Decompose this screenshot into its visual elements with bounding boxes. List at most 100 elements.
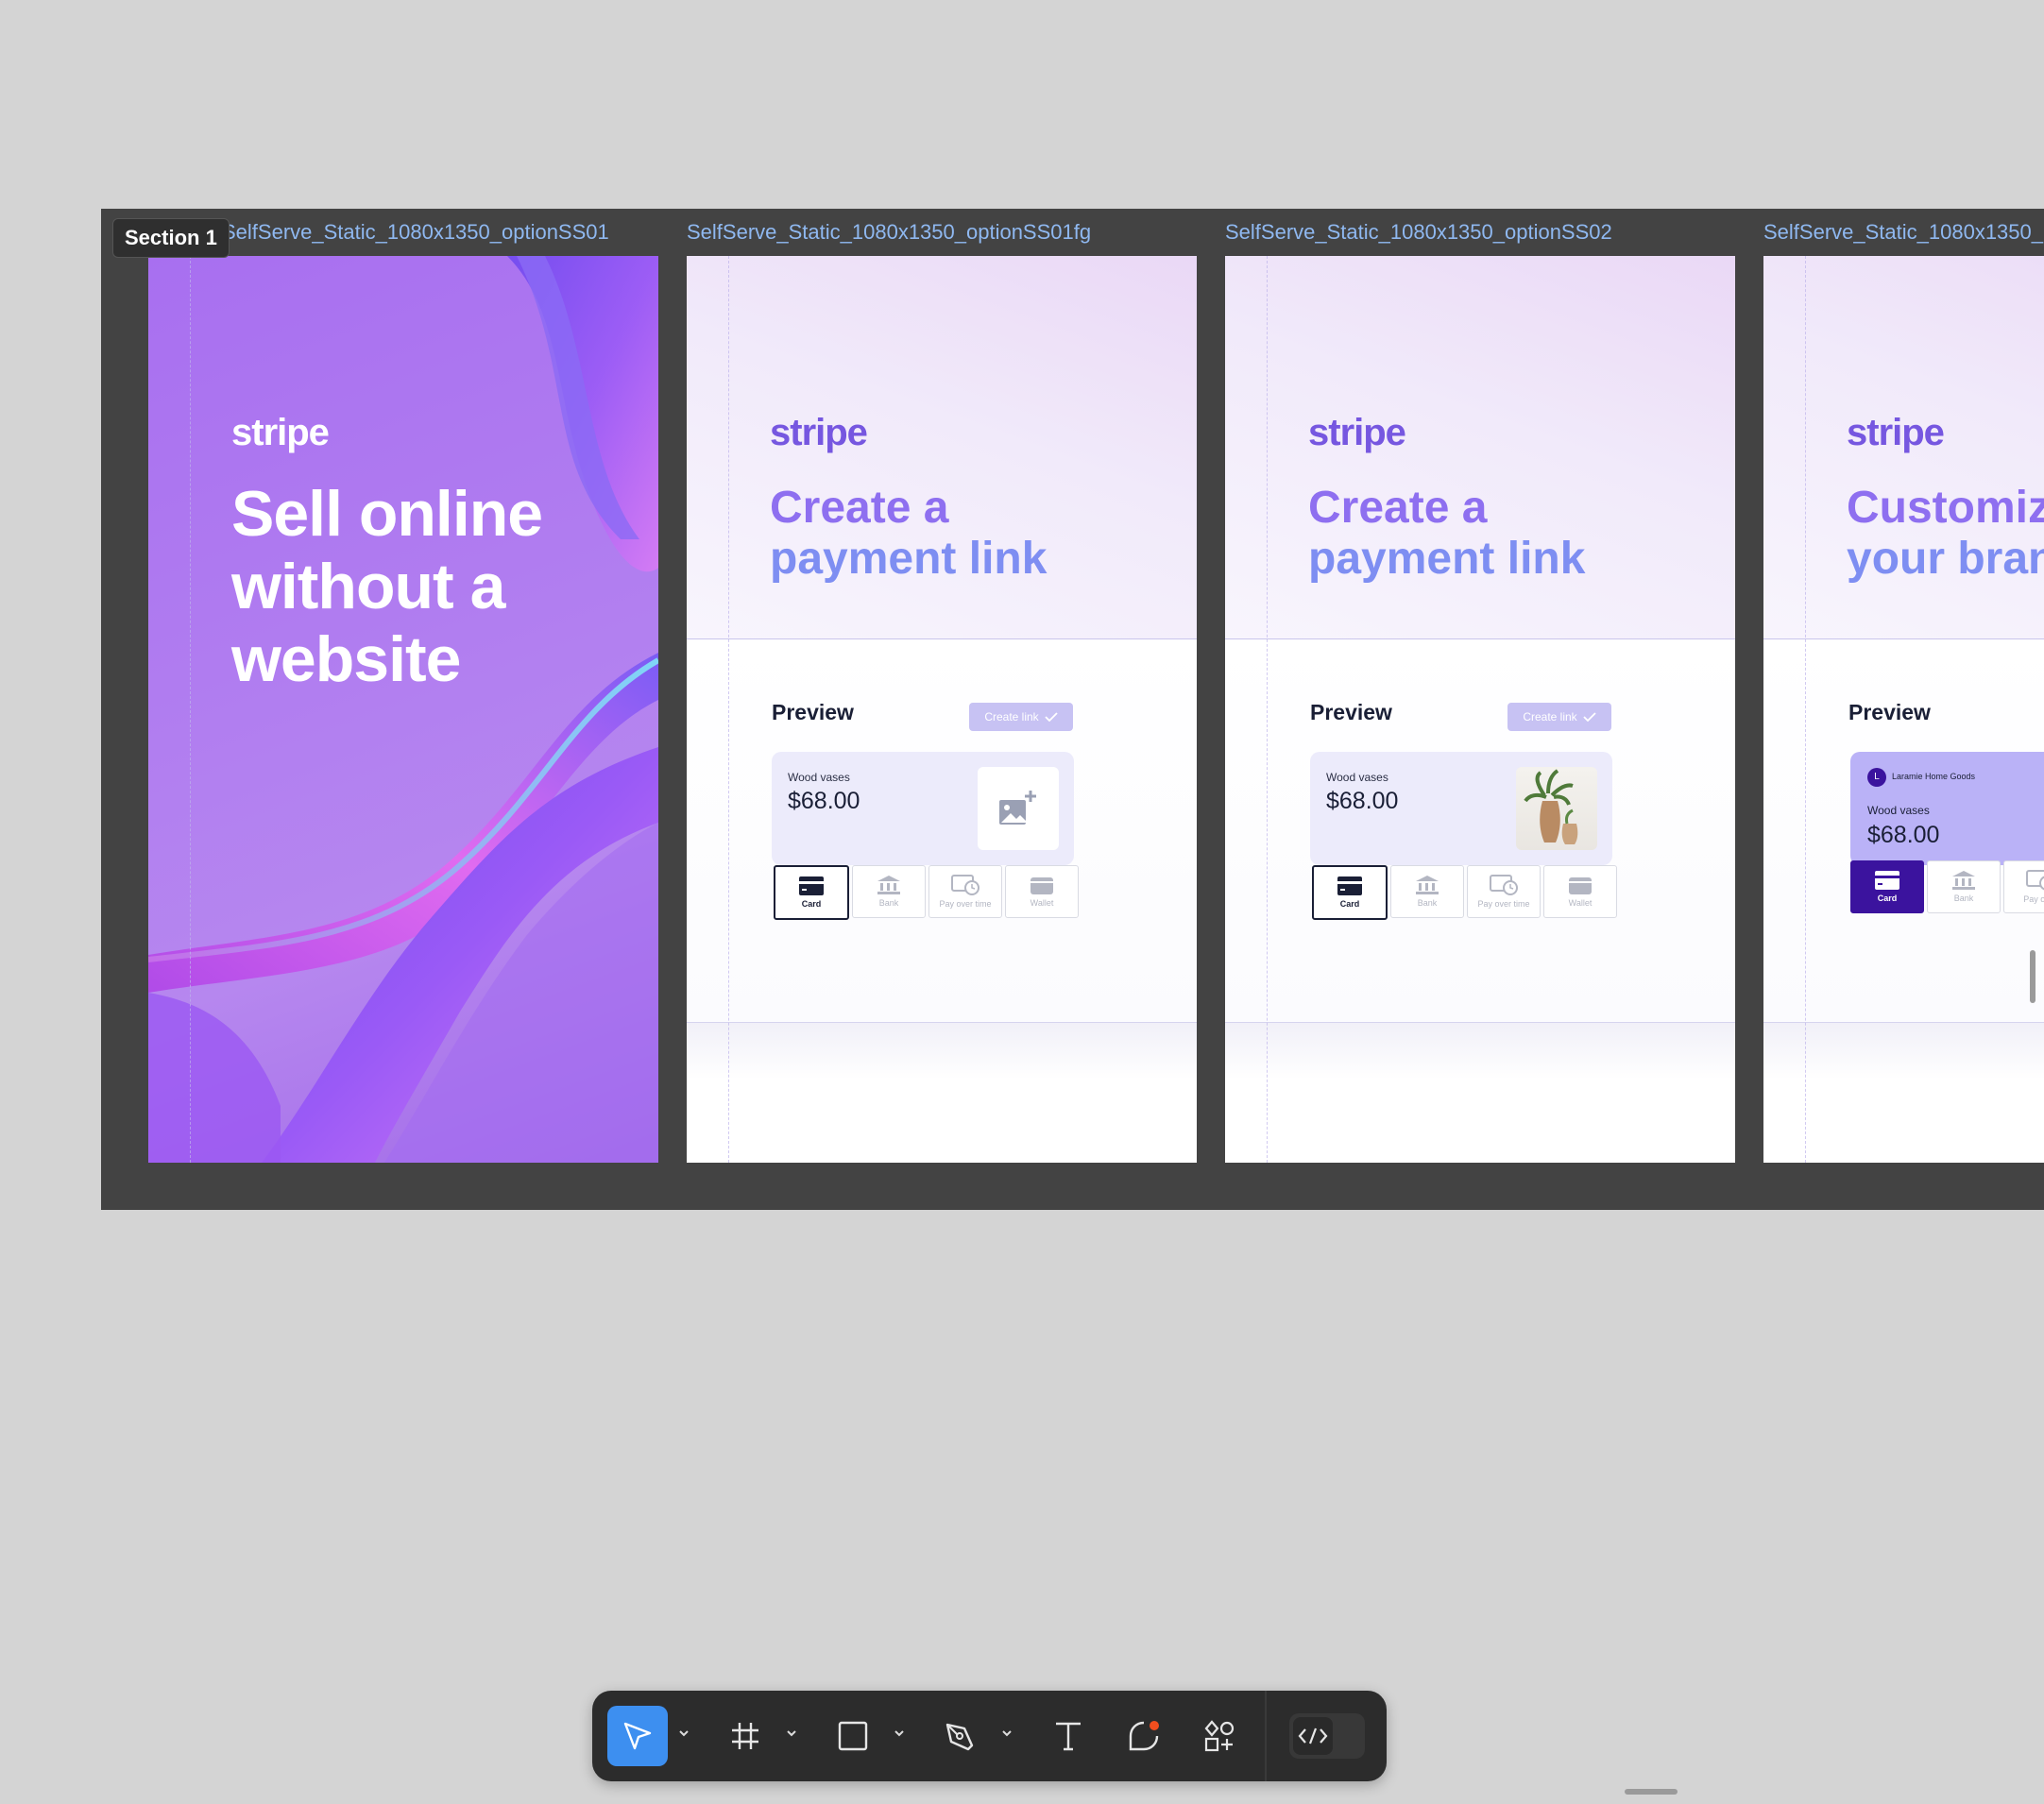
wallet-icon	[1569, 877, 1592, 894]
create-link-button[interactable]: Create link	[1507, 703, 1611, 731]
shadow-band	[687, 1023, 1197, 1080]
shadow-band	[1225, 1023, 1735, 1080]
headline-line-1: Create a	[1308, 483, 1488, 533]
tool-palette	[592, 1691, 1387, 1781]
method-bank[interactable]: Bank	[1927, 860, 2001, 913]
method-label: Pay over time	[939, 899, 992, 909]
product-price: $68.00	[1867, 822, 1940, 848]
move-tool-button[interactable]	[607, 1706, 668, 1766]
method-wallet[interactable]: Wallet	[1543, 865, 1617, 918]
product-card: Wood vases $68.00	[1310, 752, 1612, 865]
headline-line-2: payment link	[770, 534, 1048, 584]
horizontal-scrollbar[interactable]	[1625, 1789, 1678, 1795]
headline-line-1: Create a	[770, 483, 949, 533]
method-label: Bank	[1417, 898, 1438, 908]
frame-guide	[728, 256, 729, 1163]
headline: Create a payment link	[1308, 483, 1735, 585]
frame-sell-online[interactable]: stripe Sell online without a website	[148, 256, 658, 1163]
preview-label: Preview	[772, 700, 854, 724]
clock-card-icon	[951, 875, 979, 895]
comment-bubble-icon	[1129, 1721, 1159, 1751]
create-link-label: Create link	[984, 710, 1039, 723]
section-label[interactable]: Section 1	[112, 218, 230, 258]
toolbar-divider	[1265, 1691, 1267, 1781]
method-wallet[interactable]: Wallet	[1005, 865, 1079, 918]
store-name: Laramie Home Goods	[1892, 772, 1976, 781]
check-icon	[1045, 712, 1058, 722]
clock-card-icon	[2026, 870, 2044, 891]
dev-mode-toggle[interactable]	[1289, 1713, 1365, 1759]
method-bank[interactable]: Bank	[852, 865, 926, 918]
check-icon	[1583, 712, 1596, 722]
method-label: Card	[801, 899, 822, 909]
method-card[interactable]: Card	[774, 865, 849, 920]
create-link-button[interactable]: Create link	[969, 703, 1073, 731]
method-label: Card	[1877, 893, 1898, 903]
product-price: $68.00	[1326, 788, 1399, 814]
frame-hash-icon	[732, 1723, 758, 1749]
vertical-scrollbar[interactable]	[2030, 950, 2035, 1003]
stripe-logo: stripe	[1308, 412, 1406, 453]
wallet-icon	[1031, 877, 1053, 894]
method-label: Bank	[1953, 893, 1974, 903]
headline: Sell online without a website	[231, 478, 543, 695]
chevron-down-icon[interactable]	[1000, 1727, 1013, 1740]
bank-icon	[1416, 876, 1439, 894]
method-card[interactable]: Card	[1312, 865, 1388, 920]
card-icon	[1337, 876, 1362, 895]
product-price: $68.00	[788, 788, 860, 814]
bank-icon	[877, 876, 900, 894]
method-pay-over-time[interactable]: Pay over time	[928, 865, 1002, 918]
payment-methods: Card Bank Pay over time Wallet	[1312, 865, 1617, 920]
frame-title-4[interactable]: SelfServe_Static_1080x1350_	[1763, 218, 2043, 247]
ribbon-graphic	[148, 256, 658, 1163]
method-bank[interactable]: Bank	[1390, 865, 1464, 918]
rectangle-icon	[838, 1721, 868, 1751]
vase-product-image	[1516, 767, 1597, 850]
chevron-down-icon[interactable]	[893, 1727, 906, 1740]
pen-nib-icon	[945, 1723, 974, 1751]
chevron-down-icon[interactable]	[785, 1727, 798, 1740]
headline-line-1: Customize	[1847, 483, 2044, 533]
frame-title-1[interactable]: SelfServe_Static_1080x1350_optionSS01	[222, 218, 609, 247]
headline: Customize your brand	[1847, 483, 2044, 585]
stripe-logo: stripe	[231, 412, 330, 453]
add-image-icon[interactable]	[978, 767, 1059, 850]
product-card: Wood vases $68.00	[772, 752, 1074, 865]
method-label: Wallet	[1030, 898, 1054, 908]
headline-line-2: your brand	[1847, 534, 2044, 584]
method-pay-over-time[interactable]: Pay over time	[1467, 865, 1541, 918]
frame-customize-brand[interactable]: stripe Customize your brand Preview L La…	[1763, 256, 2044, 1163]
code-brackets-icon	[1298, 1727, 1328, 1744]
pen-tool-button[interactable]	[930, 1706, 991, 1766]
components-tool-button[interactable]	[1189, 1706, 1250, 1766]
preview-label: Preview	[1310, 700, 1392, 724]
cursor-arrow-icon	[623, 1722, 652, 1750]
card-icon	[799, 876, 824, 895]
frame-tool-button[interactable]	[715, 1706, 775, 1766]
shape-tool-button[interactable]	[823, 1706, 883, 1766]
product-name: Wood vases	[788, 771, 850, 784]
method-label: Pay over	[2023, 894, 2044, 904]
frame-guide	[1267, 256, 1268, 1163]
frame-guide	[190, 256, 191, 1163]
text-tool-button[interactable]	[1038, 1706, 1099, 1766]
chevron-down-icon[interactable]	[677, 1727, 690, 1740]
frame-create-link-placeholder[interactable]: stripe Create a payment link Preview Cre…	[687, 256, 1197, 1163]
stripe-logo: stripe	[1847, 412, 1945, 453]
payment-methods: Card Bank Pay over time Wallet	[774, 865, 1079, 920]
store-avatar: L	[1867, 768, 1886, 787]
frame-create-link-photo[interactable]: stripe Create a payment link Preview Cre…	[1225, 256, 1735, 1163]
comment-tool-button[interactable]	[1114, 1706, 1174, 1766]
headline: Create a payment link	[770, 483, 1197, 585]
frame-title-2[interactable]: SelfServe_Static_1080x1350_optionSS01fg	[687, 218, 1091, 247]
frame-title-3[interactable]: SelfServe_Static_1080x1350_optionSS02	[1225, 218, 1612, 247]
method-card[interactable]: Card	[1850, 860, 1924, 913]
preview-label: Preview	[1848, 700, 1931, 724]
bank-icon	[1952, 871, 1975, 890]
create-link-label: Create link	[1523, 710, 1577, 723]
method-pay-over-time[interactable]: Pay over	[2003, 860, 2044, 913]
section-1[interactable]: Section 1 SelfServe_Static_1080x1350_opt…	[101, 209, 2044, 1210]
card-icon	[1875, 871, 1899, 890]
method-label: Pay over time	[1477, 899, 1530, 909]
